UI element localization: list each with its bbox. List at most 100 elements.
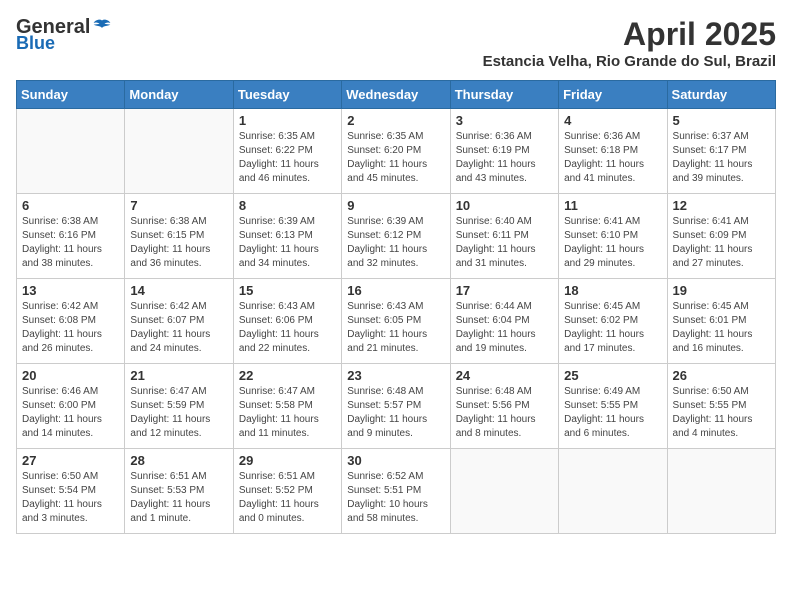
weekday-header-thursday: Thursday	[450, 81, 558, 109]
calendar-cell	[17, 109, 125, 194]
day-info: Sunrise: 6:51 AM Sunset: 5:53 PM Dayligh…	[130, 470, 227, 526]
day-number: 2	[347, 113, 444, 128]
weekday-header-row: SundayMondayTuesdayWednesdayThursdayFrid…	[17, 81, 776, 109]
day-number: 29	[239, 453, 336, 468]
week-row-5: 27 Sunrise: 6:50 AM Sunset: 5:54 PM Dayli…	[17, 449, 776, 534]
calendar-cell: 1Sunrise: 6:35 AM Sunset: 6:22 PM Daylig…	[233, 109, 341, 194]
calendar-cell	[667, 449, 775, 534]
day-number: 8	[239, 198, 336, 213]
day-info: Sunrise: 6:36 AM Sunset: 6:18 PM Dayligh…	[564, 130, 661, 186]
calendar-cell: 28 Sunrise: 6:51 AM Sunset: 5:53 PM Dayli…	[125, 449, 233, 534]
day-number: 11	[564, 198, 661, 213]
day-info: Sunrise: 6:50 AM Sunset: 5:55 PM Dayligh…	[673, 385, 770, 441]
calendar-cell: 19 Sunrise: 6:45 AM Sunset: 6:01 PM Dayli…	[667, 279, 775, 364]
calendar-cell: 18 Sunrise: 6:45 AM Sunset: 6:02 PM Dayli…	[559, 279, 667, 364]
month-title: April 2025	[483, 16, 776, 53]
calendar-cell: 21Sunrise: 6:47 AM Sunset: 5:59 PM Dayli…	[125, 364, 233, 449]
day-info: Sunrise: 6:39 AM Sunset: 6:13 PM Dayligh…	[239, 215, 336, 271]
calendar-cell: 30 Sunrise: 6:52 AM Sunset: 5:51 PM Dayli…	[342, 449, 450, 534]
calendar-cell	[559, 449, 667, 534]
calendar-cell: 2 Sunrise: 6:35 AM Sunset: 6:20 PM Daylig…	[342, 109, 450, 194]
calendar-cell: 5 Sunrise: 6:37 AM Sunset: 6:17 PM Daylig…	[667, 109, 775, 194]
calendar-cell: 15 Sunrise: 6:43 AM Sunset: 6:06 PM Dayli…	[233, 279, 341, 364]
day-number: 28	[130, 453, 227, 468]
day-info: Sunrise: 6:36 AM Sunset: 6:19 PM Dayligh…	[456, 130, 553, 186]
day-number: 5	[673, 113, 770, 128]
day-number: 10	[456, 198, 553, 213]
calendar-cell: 7 Sunrise: 6:38 AM Sunset: 6:15 PM Daylig…	[125, 194, 233, 279]
day-info: Sunrise: 6:43 AM Sunset: 6:06 PM Dayligh…	[239, 300, 336, 356]
day-number: 15	[239, 283, 336, 298]
day-number: 30	[347, 453, 444, 468]
day-info: Sunrise: 6:48 AM Sunset: 5:57 PM Dayligh…	[347, 385, 444, 441]
day-number: 14	[130, 283, 227, 298]
day-info: Sunrise: 6:37 AM Sunset: 6:17 PM Dayligh…	[673, 130, 770, 186]
day-number: 1	[239, 113, 336, 128]
day-number: 9	[347, 198, 444, 213]
logo-bird-icon	[92, 18, 112, 38]
day-info: Sunrise: 6:42 AM Sunset: 6:08 PM Dayligh…	[22, 300, 119, 356]
calendar-cell: 20Sunrise: 6:46 AM Sunset: 6:00 PM Dayli…	[17, 364, 125, 449]
calendar-cell	[125, 109, 233, 194]
calendar-cell: 24 Sunrise: 6:48 AM Sunset: 5:56 PM Dayli…	[450, 364, 558, 449]
day-number: 26	[673, 368, 770, 383]
weekday-header-saturday: Saturday	[667, 81, 775, 109]
weekday-header-friday: Friday	[559, 81, 667, 109]
day-info: Sunrise: 6:38 AM Sunset: 6:16 PM Dayligh…	[22, 215, 119, 271]
day-number: 23	[347, 368, 444, 383]
week-row-2: 6 Sunrise: 6:38 AM Sunset: 6:16 PM Daylig…	[17, 194, 776, 279]
day-number: 25	[564, 368, 661, 383]
calendar-cell: 4 Sunrise: 6:36 AM Sunset: 6:18 PM Daylig…	[559, 109, 667, 194]
logo-blue-text: Blue	[16, 33, 55, 54]
day-number: 6	[22, 198, 119, 213]
day-info: Sunrise: 6:49 AM Sunset: 5:55 PM Dayligh…	[564, 385, 661, 441]
day-info: Sunrise: 6:45 AM Sunset: 6:02 PM Dayligh…	[564, 300, 661, 356]
week-row-1: 1Sunrise: 6:35 AM Sunset: 6:22 PM Daylig…	[17, 109, 776, 194]
day-info: Sunrise: 6:50 AM Sunset: 5:54 PM Dayligh…	[22, 470, 119, 526]
day-number: 4	[564, 113, 661, 128]
weekday-header-wednesday: Wednesday	[342, 81, 450, 109]
calendar-cell: 26 Sunrise: 6:50 AM Sunset: 5:55 PM Dayli…	[667, 364, 775, 449]
day-number: 16	[347, 283, 444, 298]
calendar-cell: 10 Sunrise: 6:40 AM Sunset: 6:11 PM Dayli…	[450, 194, 558, 279]
day-info: Sunrise: 6:48 AM Sunset: 5:56 PM Dayligh…	[456, 385, 553, 441]
day-info: Sunrise: 6:46 AM Sunset: 6:00 PM Dayligh…	[22, 385, 119, 441]
day-number: 27	[22, 453, 119, 468]
day-number: 17	[456, 283, 553, 298]
calendar-cell: 3 Sunrise: 6:36 AM Sunset: 6:19 PM Daylig…	[450, 109, 558, 194]
weekday-header-monday: Monday	[125, 81, 233, 109]
weekday-header-tuesday: Tuesday	[233, 81, 341, 109]
day-info: Sunrise: 6:38 AM Sunset: 6:15 PM Dayligh…	[130, 215, 227, 271]
day-info: Sunrise: 6:40 AM Sunset: 6:11 PM Dayligh…	[456, 215, 553, 271]
day-info: Sunrise: 6:45 AM Sunset: 6:01 PM Dayligh…	[673, 300, 770, 356]
calendar-cell: 16 Sunrise: 6:43 AM Sunset: 6:05 PM Dayli…	[342, 279, 450, 364]
day-number: 22	[239, 368, 336, 383]
day-info: Sunrise: 6:42 AM Sunset: 6:07 PM Dayligh…	[130, 300, 227, 356]
day-info: Sunrise: 6:35 AM Sunset: 6:20 PM Dayligh…	[347, 130, 444, 186]
calendar-cell: 23 Sunrise: 6:48 AM Sunset: 5:57 PM Dayli…	[342, 364, 450, 449]
day-info: Sunrise: 6:47 AM Sunset: 5:58 PM Dayligh…	[239, 385, 336, 441]
weekday-header-sunday: Sunday	[17, 81, 125, 109]
calendar-cell: 14 Sunrise: 6:42 AM Sunset: 6:07 PM Dayli…	[125, 279, 233, 364]
title-section: April 2025 Estancia Velha, Rio Grande do…	[483, 16, 776, 70]
day-info: Sunrise: 6:43 AM Sunset: 6:05 PM Dayligh…	[347, 300, 444, 356]
day-number: 19	[673, 283, 770, 298]
day-info: Sunrise: 6:39 AM Sunset: 6:12 PM Dayligh…	[347, 215, 444, 271]
location-subtitle: Estancia Velha, Rio Grande do Sul, Brazi…	[483, 53, 776, 70]
day-number: 7	[130, 198, 227, 213]
calendar-cell: 27 Sunrise: 6:50 AM Sunset: 5:54 PM Dayli…	[17, 449, 125, 534]
day-info: Sunrise: 6:52 AM Sunset: 5:51 PM Dayligh…	[347, 470, 444, 526]
calendar-cell: 22 Sunrise: 6:47 AM Sunset: 5:58 PM Dayli…	[233, 364, 341, 449]
day-number: 24	[456, 368, 553, 383]
week-row-3: 13 Sunrise: 6:42 AM Sunset: 6:08 PM Dayli…	[17, 279, 776, 364]
calendar-cell: 12Sunrise: 6:41 AM Sunset: 6:09 PM Dayli…	[667, 194, 775, 279]
calendar-cell: 6 Sunrise: 6:38 AM Sunset: 6:16 PM Daylig…	[17, 194, 125, 279]
calendar-cell: 8 Sunrise: 6:39 AM Sunset: 6:13 PM Daylig…	[233, 194, 341, 279]
calendar-cell	[450, 449, 558, 534]
day-number: 3	[456, 113, 553, 128]
day-number: 13	[22, 283, 119, 298]
calendar-table: SundayMondayTuesdayWednesdayThursdayFrid…	[16, 80, 776, 534]
day-number: 18	[564, 283, 661, 298]
day-info: Sunrise: 6:41 AM Sunset: 6:10 PM Dayligh…	[564, 215, 661, 271]
day-info: Sunrise: 6:41 AM Sunset: 6:09 PM Dayligh…	[673, 215, 770, 271]
